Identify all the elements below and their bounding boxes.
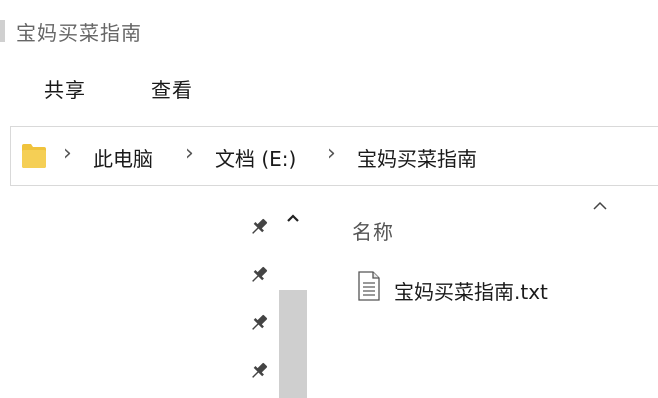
sort-ascending-icon — [592, 196, 608, 215]
breadcrumb-current-folder[interactable]: 宝妈买菜指南 — [357, 143, 477, 172]
pin-icon[interactable] — [248, 264, 270, 286]
chevron-right-icon[interactable]: › — [63, 141, 72, 166]
file-name: 宝妈买菜指南.txt — [394, 280, 548, 304]
pin-icon[interactable] — [248, 216, 270, 238]
text-file-icon — [358, 271, 380, 301]
pin-icon[interactable] — [248, 312, 270, 334]
column-header-name[interactable]: 名称 — [352, 216, 394, 245]
pin-icon[interactable] — [248, 360, 270, 382]
folder-icon — [22, 144, 46, 168]
scrollbar-thumb[interactable] — [279, 290, 307, 398]
scroll-up-icon[interactable] — [279, 206, 307, 230]
title-accent — [0, 20, 5, 42]
tab-share[interactable]: 共享 — [44, 74, 86, 103]
address-bar[interactable]: › 此电脑 › 文档 (E:) › 宝妈买菜指南 — [10, 126, 658, 186]
chevron-right-icon[interactable]: › — [185, 141, 194, 166]
tab-view[interactable]: 查看 — [151, 74, 193, 103]
breadcrumb-this-pc[interactable]: 此电脑 — [93, 143, 153, 172]
ribbon: 共享 查看 — [0, 62, 658, 116]
window-title: 宝妈买菜指南 — [16, 21, 142, 45]
breadcrumb-documents-drive[interactable]: 文档 (E:) — [215, 143, 296, 172]
title-bar: 宝妈买菜指南 — [0, 0, 658, 60]
chevron-right-icon[interactable]: › — [327, 141, 336, 166]
file-item[interactable]: 宝妈买菜指南.txt — [352, 266, 652, 310]
